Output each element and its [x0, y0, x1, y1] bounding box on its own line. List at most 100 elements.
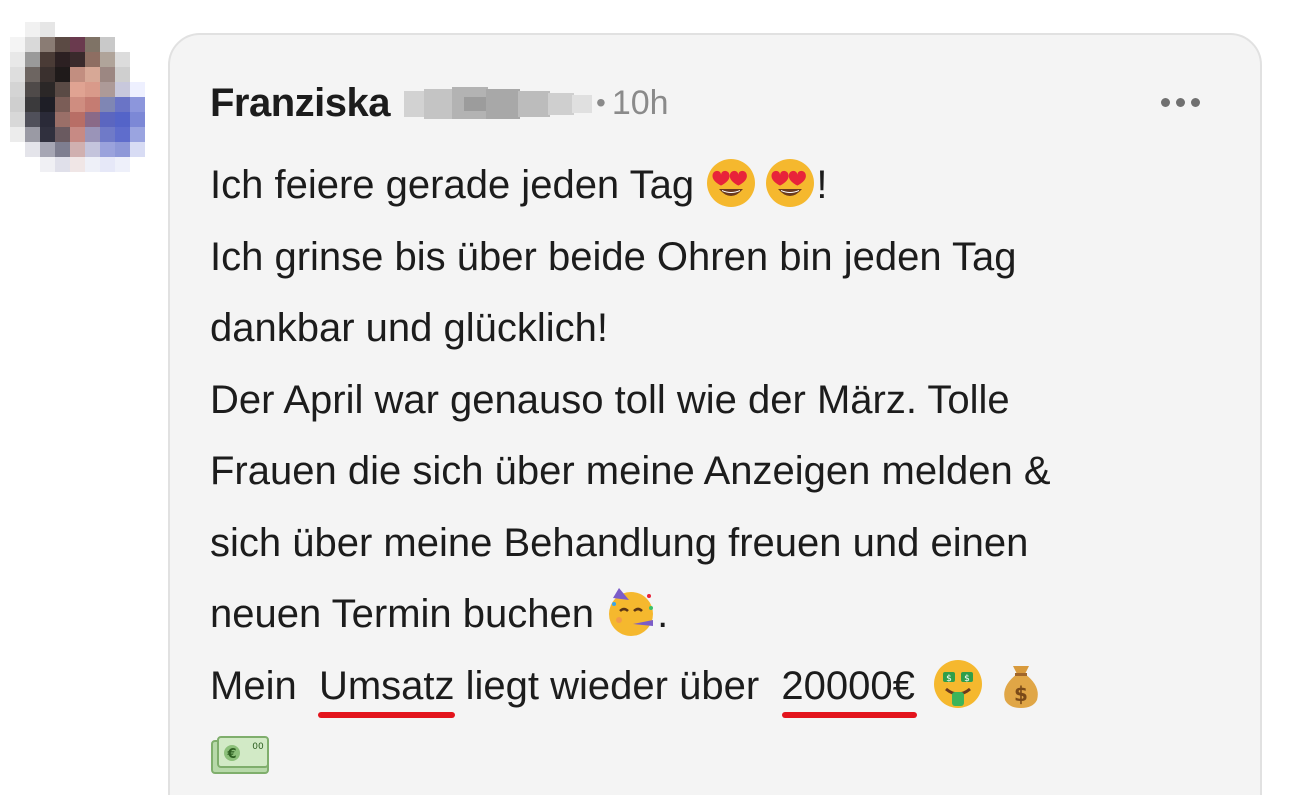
- avatar-pixel: [70, 127, 85, 142]
- avatar-pixel: [85, 22, 100, 37]
- avatar-pixel: [55, 142, 70, 157]
- avatar-pixel: [70, 157, 85, 172]
- avatar-pixel: [100, 112, 115, 127]
- avatar-pixel: [145, 67, 160, 82]
- avatar-pixel: [55, 127, 70, 142]
- avatar-pixel: [25, 67, 40, 82]
- body-line-8: Mein Umsatz liegt wieder über 20000€ $ $…: [210, 651, 1230, 723]
- comment-header: Franziska • 10h: [210, 78, 669, 128]
- avatar-pixel: [40, 82, 55, 97]
- avatar-pixel: [115, 67, 130, 82]
- author-name[interactable]: Franziska: [210, 81, 391, 126]
- avatar-pixel: [55, 37, 70, 52]
- avatar-pixel: [145, 112, 160, 127]
- underlined-amount: 20000€: [770, 651, 917, 723]
- svg-text:$: $: [946, 674, 952, 684]
- avatar-pixel: [130, 127, 145, 142]
- timestamp[interactable]: 10h: [612, 84, 669, 123]
- avatar-pixel: [115, 97, 130, 112]
- money-bag-emoji: $: [1004, 665, 1038, 708]
- avatar-pixel: [25, 37, 40, 52]
- avatar-pixel: [10, 142, 25, 157]
- svg-text:$: $: [964, 674, 970, 684]
- avatar-pixel: [40, 37, 55, 52]
- avatar-pixel: [100, 67, 115, 82]
- avatar-pixel: [145, 52, 160, 67]
- avatar-pixel: [25, 97, 40, 112]
- body-line-4: Der April war genauso toll wie der März.…: [210, 377, 1010, 422]
- avatar-pixel: [55, 157, 70, 172]
- avatar-pixel: [40, 157, 55, 172]
- avatar-pixel: [70, 142, 85, 157]
- avatar-pixel: [100, 157, 115, 172]
- avatar-pixel: [40, 112, 55, 127]
- avatar-pixel: [130, 97, 145, 112]
- comment-body: Ich feiere gerade jeden Tag ! Ich grinse…: [210, 150, 1230, 794]
- avatar-pixel: [70, 22, 85, 37]
- body-text: 20000€: [781, 663, 915, 708]
- avatar-pixel: [130, 142, 145, 157]
- avatar-pixel: [130, 22, 145, 37]
- avatar-pixel: [85, 37, 100, 52]
- svg-text:$: $: [1014, 682, 1028, 706]
- avatar-pixel: [55, 52, 70, 67]
- avatar-pixel: [40, 67, 55, 82]
- body-text: liegt wieder über: [465, 663, 760, 708]
- comment-screen: Franziska • 10h Ich feiere gerade jeden …: [0, 0, 1290, 795]
- avatar-pixel: [10, 127, 25, 142]
- avatar-pixel: [145, 127, 160, 142]
- blurred-surname: [404, 85, 593, 121]
- avatar-pixel: [10, 97, 25, 112]
- avatar-pixel: [85, 82, 100, 97]
- body-line-9: € 00: [210, 722, 1230, 794]
- avatar-pixel: [115, 157, 130, 172]
- body-line-3: dankbar und glücklich!: [210, 306, 609, 350]
- avatar-pixel: [100, 52, 115, 67]
- body-text: neuen Termin buchen: [210, 592, 594, 636]
- avatar-pixel: [145, 82, 160, 97]
- avatar-pixel: [40, 22, 55, 37]
- body-text: .: [657, 592, 669, 636]
- avatar-pixel: [130, 157, 145, 172]
- avatar-pixel: [55, 82, 70, 97]
- body-text: !: [816, 163, 828, 207]
- avatar-pixel: [145, 142, 160, 157]
- avatar-pixel: [85, 157, 100, 172]
- avatar-pixel: [115, 37, 130, 52]
- avatar-pixel: [145, 157, 160, 172]
- avatar-pixel: [70, 67, 85, 82]
- avatar-pixel: [145, 37, 160, 52]
- party-face-emoji: [609, 588, 654, 637]
- avatar-pixel: [115, 22, 130, 37]
- avatar-pixel: [10, 52, 25, 67]
- avatar-pixel: [40, 142, 55, 157]
- avatar-pixel: [40, 97, 55, 112]
- avatar-pixel: [55, 112, 70, 127]
- avatar-pixel: [100, 37, 115, 52]
- avatar-pixel: [115, 142, 130, 157]
- avatar-pixel: [130, 52, 145, 67]
- euro-banknote-emoji: € 00: [211, 736, 269, 775]
- more-options-button[interactable]: [1150, 84, 1210, 120]
- avatar-pixel: [25, 112, 40, 127]
- body-line-6: sich über meine Behandlung freuen und ei…: [210, 520, 1029, 565]
- avatar-pixel: [85, 127, 100, 142]
- avatar-pixel: [10, 22, 25, 37]
- avatar[interactable]: [10, 22, 160, 172]
- avatar-pixel: [10, 112, 25, 127]
- body-line-2: Ich grinse bis über beide Ohren bin jede…: [210, 234, 1017, 279]
- avatar-pixel: [70, 82, 85, 97]
- avatar-pixel: [70, 52, 85, 67]
- avatar-pixel: [130, 82, 145, 97]
- underlined-word-umsatz: Umsatz: [308, 651, 455, 723]
- meta-separator: •: [596, 87, 606, 118]
- heart-eyes-emoji: [766, 159, 815, 208]
- avatar-pixel: [55, 22, 70, 37]
- avatar-pixel: [25, 127, 40, 142]
- ellipsis-horizontal-icon: [1160, 97, 1200, 107]
- body-line-7: neuen Termin buchen .: [210, 579, 1230, 651]
- avatar-pixel: [115, 112, 130, 127]
- heart-eyes-emoji: [707, 159, 756, 208]
- body-text: Umsatz: [318, 663, 455, 708]
- avatar-pixel: [100, 127, 115, 142]
